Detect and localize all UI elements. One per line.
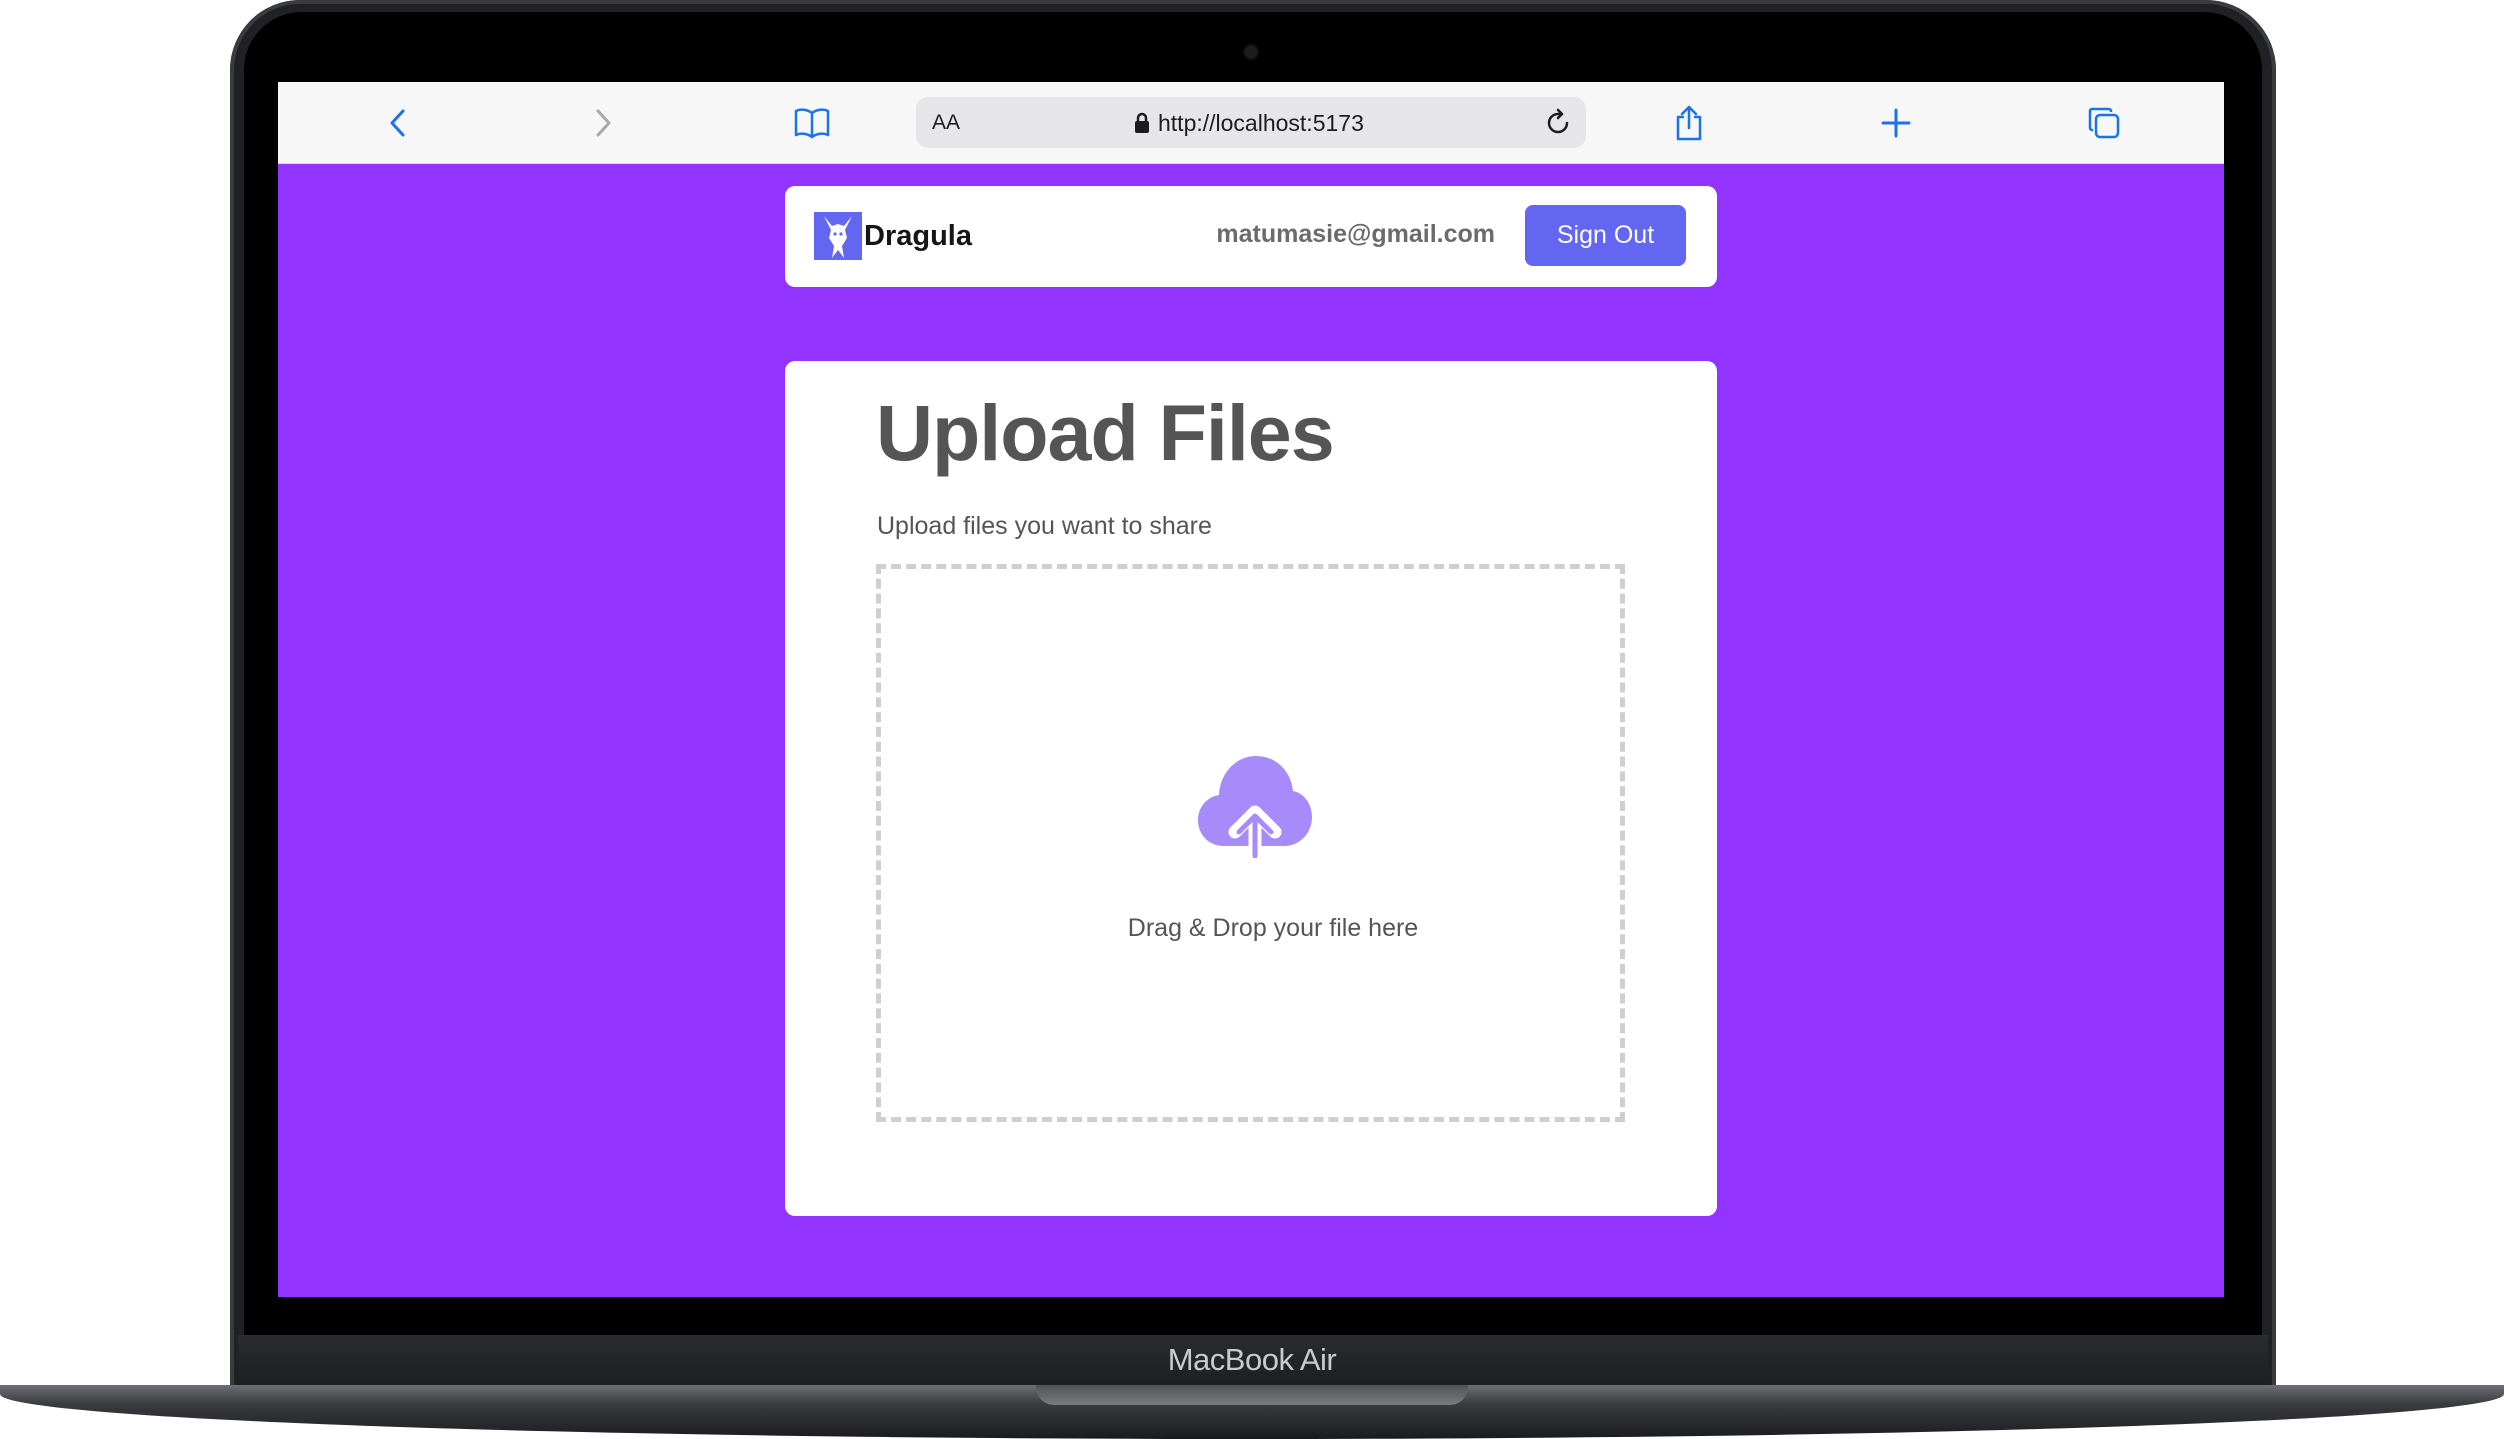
tabs-overview-button[interactable]	[2084, 103, 2124, 143]
back-icon	[390, 109, 405, 137]
forward-icon	[596, 109, 611, 137]
reload-button[interactable]	[1540, 105, 1576, 141]
url-text: http://localhost:5173	[1158, 109, 1364, 136]
camera-icon	[1245, 46, 1257, 58]
laptop-hinge-notch	[1036, 1385, 1468, 1405]
drop-hint: Drag & Drop your file here	[1127, 914, 1419, 942]
user-email: matumasie@gmail.com	[1216, 220, 1495, 248]
new-tab-button[interactable]	[1876, 103, 1916, 143]
sign-out-button[interactable]: Sign Out	[1525, 205, 1686, 266]
device-label: MacBook Air	[1167, 1342, 1337, 1377]
screen: AA http://localhost:5173 Dragula matumas…	[278, 82, 2224, 1297]
dragon-logo-icon	[814, 212, 862, 260]
page-title: Upload Files	[876, 388, 1335, 477]
page-subtitle: Upload files you want to share	[877, 512, 1212, 540]
lock-icon	[1135, 112, 1149, 133]
share-button[interactable]	[1669, 103, 1709, 143]
app-navbar: Dragula matumasie@gmail.com Sign Out	[785, 186, 1717, 287]
app-name[interactable]: Dragula	[864, 220, 972, 253]
browser-toolbar: AA http://localhost:5173	[278, 82, 2224, 164]
new-tab-icon	[1881, 108, 1911, 138]
share-icon	[1676, 105, 1702, 141]
tabs-icon	[2088, 107, 2120, 139]
page-background: Dragula matumasie@gmail.com Sign Out Upl…	[278, 164, 2224, 1297]
bookmarks-icon	[794, 108, 830, 139]
bookmarks-button[interactable]	[792, 103, 832, 143]
reload-icon	[1547, 108, 1569, 134]
back-button[interactable]	[378, 103, 418, 143]
upload-card: Upload Files Upload files you want to sh…	[785, 361, 1717, 1216]
cloud-upload-icon	[1198, 756, 1312, 858]
forward-button[interactable]	[583, 103, 623, 143]
address-bar[interactable]: AA http://localhost:5173	[916, 97, 1586, 148]
text-size-button[interactable]: AA	[932, 111, 960, 135]
file-dropzone[interactable]: Drag & Drop your file here	[876, 564, 1625, 1122]
